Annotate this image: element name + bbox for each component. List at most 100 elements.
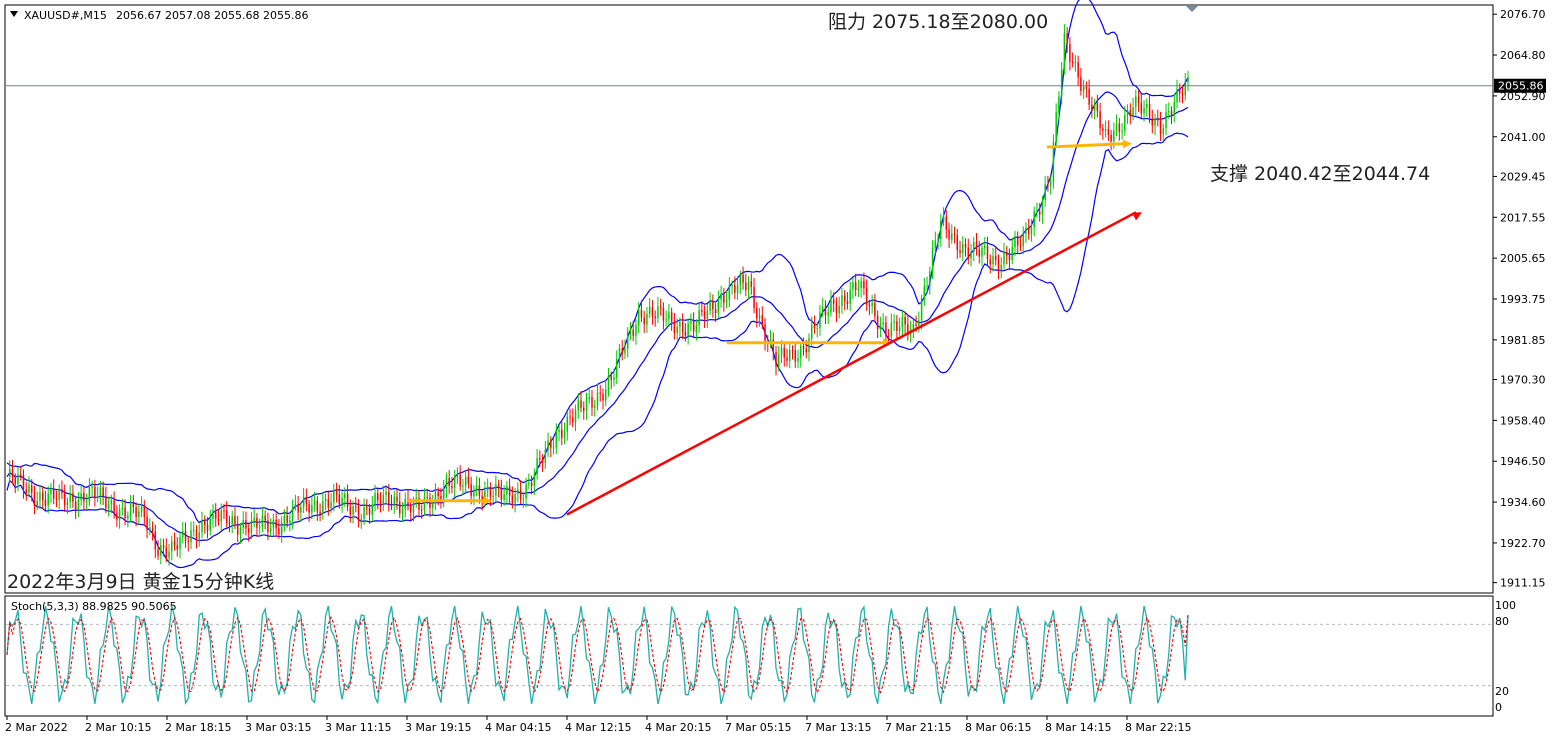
candle-body	[593, 405, 596, 408]
candle-body	[819, 312, 821, 328]
candle-body	[852, 282, 854, 290]
candle-body	[813, 324, 816, 329]
candle-body	[514, 493, 516, 504]
candle-body	[1154, 118, 1156, 126]
candle-body	[692, 321, 695, 332]
candle-body	[962, 243, 964, 253]
candle-body	[904, 317, 906, 325]
candle-body	[725, 299, 728, 303]
price-tick-label: 1911.15	[1500, 577, 1546, 590]
candle-body	[561, 429, 563, 439]
candle-body	[588, 396, 591, 400]
candle-body	[849, 289, 851, 304]
candle-body	[462, 485, 464, 487]
candle-body	[105, 496, 107, 509]
candle-body	[289, 520, 291, 523]
candle-body	[1113, 130, 1115, 142]
candle-body	[132, 503, 135, 508]
candle-body	[1008, 255, 1011, 261]
candle-body	[926, 285, 928, 287]
candle-body	[368, 508, 371, 515]
candle-body	[929, 271, 931, 286]
candle-body	[992, 255, 994, 265]
candle-body	[220, 510, 222, 522]
candle-body	[816, 327, 818, 329]
candle-body	[1091, 104, 1093, 111]
candle-body	[335, 489, 338, 495]
candle-body	[857, 288, 860, 291]
candle-body	[1126, 110, 1129, 116]
chart-svg[interactable]: 2076.702064.802052.902041.002029.452017.…	[0, 0, 1553, 744]
candle-body	[316, 500, 319, 512]
candle-body	[679, 321, 681, 327]
candle-body	[33, 492, 36, 506]
time-tick-label: 7 Mar 13:15	[805, 721, 871, 734]
candle-body	[794, 350, 797, 362]
candle-body	[357, 506, 360, 520]
candle-body	[997, 259, 1000, 271]
candle-body	[168, 551, 170, 558]
candle-body	[52, 488, 55, 499]
candle-body	[1159, 120, 1162, 134]
candle-body	[1099, 111, 1101, 129]
candle-body	[118, 509, 121, 520]
candle-body	[1058, 96, 1060, 113]
candle-body	[942, 216, 945, 222]
candle-body	[604, 389, 607, 401]
candle-body	[648, 307, 651, 314]
candle-body	[736, 285, 739, 293]
candle-body	[110, 500, 113, 504]
candle-body	[709, 301, 711, 311]
candle-body	[802, 345, 805, 349]
candle-body	[890, 322, 893, 337]
candle-body	[912, 324, 915, 329]
candle-body	[723, 293, 725, 303]
candle-body	[739, 274, 742, 286]
candle-body	[879, 324, 882, 330]
candle-body	[533, 474, 536, 487]
candle-body	[401, 508, 404, 514]
candle-body	[275, 519, 277, 529]
candle-body	[1066, 33, 1068, 45]
candle-body	[61, 489, 63, 493]
candle-body	[258, 526, 261, 528]
trend-arrow	[566, 211, 1137, 516]
candle-body	[525, 484, 527, 499]
candle-body	[1044, 184, 1046, 200]
candle-body	[821, 306, 824, 313]
candle-body	[495, 484, 497, 496]
candle-body	[843, 295, 846, 302]
candle-body	[1124, 115, 1126, 131]
candle-body	[146, 516, 148, 531]
candle-body	[184, 530, 187, 541]
candle-body	[151, 527, 154, 532]
candle-body	[1121, 130, 1123, 132]
candle-body	[135, 507, 137, 518]
candle-body	[681, 321, 684, 333]
chart-shift-icon[interactable]	[1186, 6, 1198, 12]
support-annotation: 支撑 2040.42至2044.74	[1210, 163, 1430, 185]
candle-body	[731, 285, 733, 287]
candle-body	[492, 495, 494, 497]
price-tick-label: 1934.60	[1500, 496, 1546, 509]
candle-body	[1049, 181, 1052, 186]
candle-body	[333, 489, 335, 503]
candle-body	[456, 474, 459, 476]
candle-body	[761, 315, 764, 325]
candle-body	[662, 307, 665, 321]
candle-body	[445, 477, 448, 489]
candle-body	[863, 280, 865, 289]
candle-body	[382, 494, 385, 506]
candle-body	[77, 500, 80, 510]
candle-body	[657, 306, 659, 318]
candle-body	[808, 338, 810, 353]
candle-body	[547, 440, 549, 450]
time-tick-label: 2 Mar 10:15	[85, 721, 151, 734]
triangle-down-icon[interactable]	[10, 11, 18, 17]
candle-body	[1033, 211, 1035, 228]
time-tick-label: 3 Mar 03:15	[245, 721, 311, 734]
candle-body	[887, 335, 890, 337]
candle-body	[1016, 237, 1019, 246]
candle-body	[959, 250, 961, 253]
candle-body	[1014, 237, 1016, 248]
